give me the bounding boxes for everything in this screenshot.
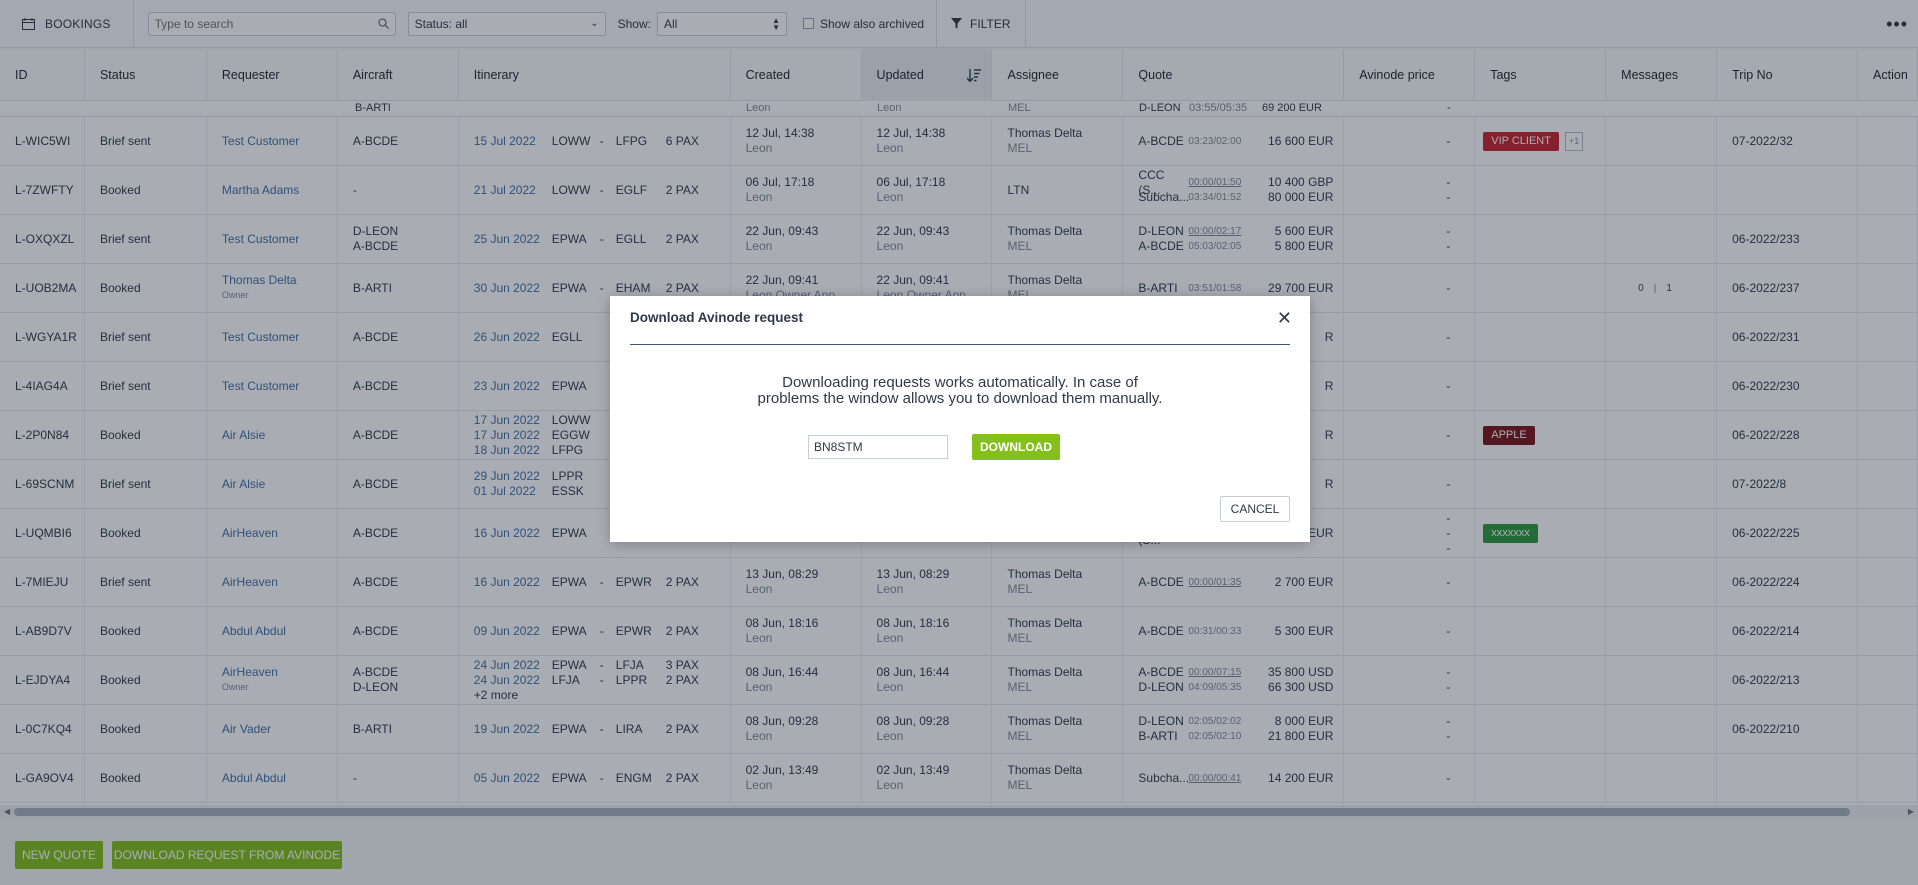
dialog-divider xyxy=(630,344,1290,345)
request-id-input[interactable] xyxy=(808,435,948,459)
dialog-message: Downloading requests works automatically… xyxy=(630,375,1290,407)
dialog-message-line1: Downloading requests works automatically… xyxy=(782,374,1138,391)
close-icon[interactable]: ✕ xyxy=(1277,308,1292,329)
dialog-title: Download Avinode request xyxy=(630,310,804,325)
download-button[interactable]: DOWNLOAD xyxy=(972,434,1060,460)
cancel-button[interactable]: CANCEL xyxy=(1220,496,1290,522)
dialog-message-line2: problems the window allows you to downlo… xyxy=(757,390,1163,407)
download-avinode-dialog: Download Avinode request ✕ Downloading r… xyxy=(610,296,1310,542)
